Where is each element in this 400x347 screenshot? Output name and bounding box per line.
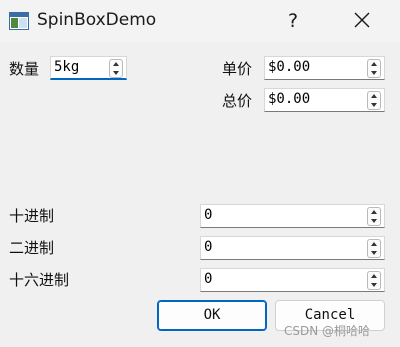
binary-spin-arrows: [367, 239, 381, 258]
hexadecimal-spin-arrows: [367, 271, 381, 290]
binary-down-arrow-icon[interactable]: [368, 249, 380, 257]
quantity-spin-arrows: [109, 59, 123, 78]
total-price-spin-arrows: [367, 91, 381, 110]
unit-price-spinbox[interactable]: $0.00: [264, 56, 385, 80]
dialog-window: SpinBoxDemo ? 数量 5kg 单价 $0.00 总价 $0.00 十…: [0, 0, 400, 347]
unit-price-value[interactable]: $0.00: [268, 59, 310, 75]
binary-label: 二进制: [9, 239, 55, 257]
decimal-label: 十进制: [9, 207, 55, 225]
hexadecimal-down-arrow-icon[interactable]: [368, 281, 380, 289]
hexadecimal-up-arrow-icon[interactable]: [368, 272, 380, 280]
quantity-spinbox[interactable]: 5kg: [50, 56, 127, 80]
close-x-icon: [354, 12, 370, 28]
ok-button[interactable]: OK: [157, 300, 267, 331]
hexadecimal-value[interactable]: 0: [204, 271, 212, 287]
binary-spinbox[interactable]: 0: [200, 236, 385, 260]
app-window-icon: [9, 12, 29, 30]
binary-value[interactable]: 0: [204, 239, 212, 255]
quantity-label: 数量: [9, 60, 40, 78]
quantity-value[interactable]: 5kg: [54, 59, 79, 75]
unit-price-down-arrow-icon[interactable]: [368, 69, 380, 77]
decimal-up-arrow-icon[interactable]: [368, 208, 380, 216]
total-price-spinbox[interactable]: $0.00: [264, 88, 385, 112]
hexadecimal-label: 十六进制: [9, 271, 70, 289]
quantity-up-arrow-icon[interactable]: [110, 60, 122, 68]
decimal-value[interactable]: 0: [204, 207, 212, 223]
binary-up-arrow-icon[interactable]: [368, 240, 380, 248]
decimal-spin-arrows: [367, 207, 381, 226]
unit-price-up-arrow-icon[interactable]: [368, 60, 380, 68]
watermark-text: CSDN @桐哈哈: [284, 324, 371, 338]
decimal-down-arrow-icon[interactable]: [368, 217, 380, 225]
total-price-up-arrow-icon[interactable]: [368, 92, 380, 100]
total-price-value[interactable]: $0.00: [268, 91, 310, 107]
title-bar: SpinBoxDemo ?: [0, 0, 400, 42]
help-button[interactable]: ?: [278, 6, 308, 36]
total-price-label: 总价: [222, 92, 253, 110]
hexadecimal-spinbox[interactable]: 0: [200, 268, 385, 292]
decimal-spinbox[interactable]: 0: [200, 204, 385, 228]
window-title: SpinBoxDemo: [37, 10, 157, 30]
unit-price-spin-arrows: [367, 59, 381, 78]
total-price-down-arrow-icon[interactable]: [368, 101, 380, 109]
close-button[interactable]: [346, 6, 378, 36]
unit-price-label: 单价: [222, 60, 253, 78]
quantity-down-arrow-icon[interactable]: [110, 69, 122, 77]
